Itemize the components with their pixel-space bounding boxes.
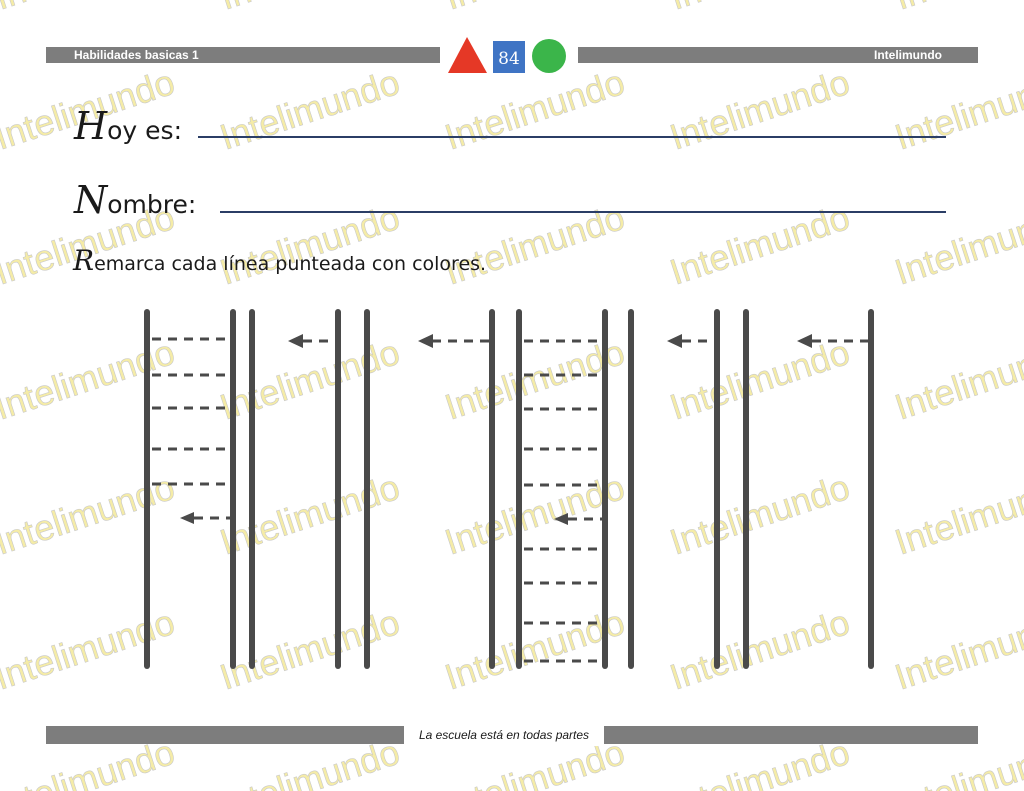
arrow-left-icon [554, 513, 568, 525]
arrow-left-icon [667, 334, 682, 348]
arrow-left-icon [288, 334, 303, 348]
tracing-exercise[interactable] [0, 0, 1024, 791]
footer-text: La escuela está en todas partes [418, 728, 590, 742]
arrow-left-icon [418, 334, 433, 348]
arrow-left-icon [180, 512, 194, 524]
arrow-left-icon [797, 334, 812, 348]
